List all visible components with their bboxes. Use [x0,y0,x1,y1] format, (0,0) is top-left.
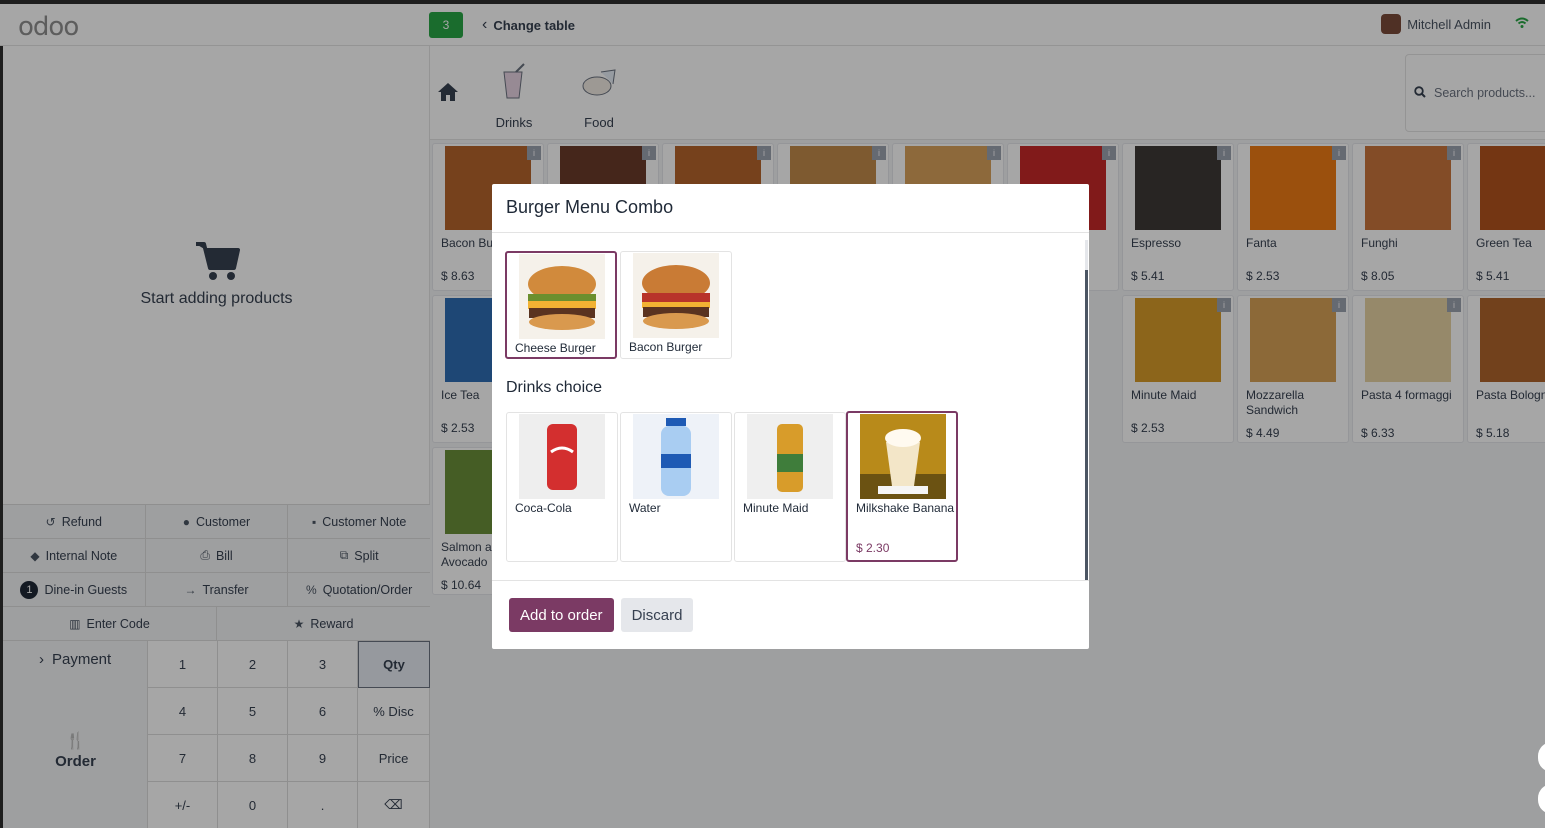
cheese-burger-label: Cheese Burger [515,341,596,355]
dialog-title: Burger Menu Combo [492,184,1089,233]
minute-maid-label: Minute Maid [743,501,809,515]
combo-choice-cheese-burger[interactable]: Cheese Burger [505,251,617,359]
discard-button[interactable]: Discard [620,598,694,632]
coca-cola-label: Coca-Cola [515,501,572,515]
combo-choice-bacon-burger[interactable]: Bacon Burger [620,251,732,359]
scrollbar-thumb[interactable] [1085,270,1088,580]
water-label: Water [629,501,661,515]
add-to-order-button[interactable]: Add to order [509,598,614,632]
minute-maid-image [747,414,833,499]
drinks-choice-title: Drinks choice [506,379,603,396]
dialog-body: Cheese Burger Bacon Burger Drinks choice… [492,234,1089,581]
combo-choice-water[interactable]: Water [620,412,732,562]
milkshake-banana-price: $ 2.30 [856,541,890,555]
milkshake-banana-image [860,414,946,499]
bacon-burger-image [633,253,719,338]
water-image [633,414,719,499]
dialog-footer: Add to order Discard [492,582,1089,649]
bacon-burger-label: Bacon Burger [629,340,703,354]
combo-choice-minute-maid[interactable]: Minute Maid [734,412,846,562]
cheese-burger-image [519,254,605,339]
combo-choice-coca-cola[interactable]: Coca-Cola [506,412,618,562]
milkshake-banana-label: Milkshake Banana [856,501,955,515]
combo-choice-milkshake-banana[interactable]: Milkshake Banana $ 2.30 [846,411,958,562]
coca-cola-image [519,414,605,499]
combo-dialog: Burger Menu Combo Cheese Burger Bacon Bu… [492,184,1089,649]
